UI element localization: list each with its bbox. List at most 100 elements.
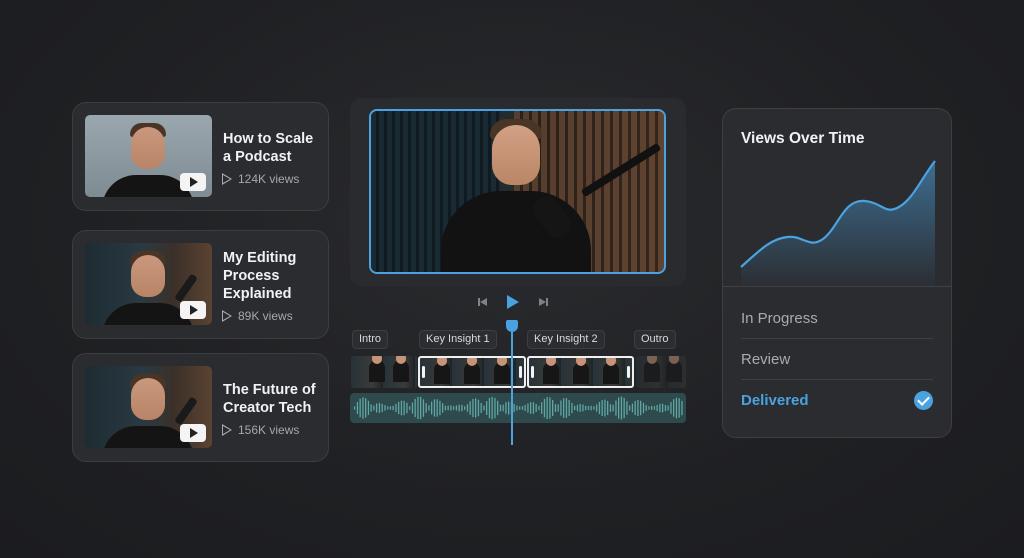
waveform-bar xyxy=(596,404,598,412)
next-icon[interactable] xyxy=(538,297,548,307)
playhead[interactable] xyxy=(511,328,513,445)
waveform-bar xyxy=(549,397,551,419)
timeline-clip-intro[interactable] xyxy=(351,356,417,388)
chapter-marker-key-insight-1[interactable]: Key Insight 1 xyxy=(419,330,497,349)
waveform-bar xyxy=(670,402,672,414)
waveform-bar xyxy=(554,404,557,412)
chapter-marker-intro[interactable]: Intro xyxy=(352,330,389,349)
waveform-bar xyxy=(609,404,612,412)
waveform-bar xyxy=(499,404,502,412)
waveform-bar xyxy=(557,404,559,412)
waveform-bar xyxy=(455,405,458,411)
video-card-2[interactable]: My Editing Process Explained 89K views xyxy=(72,230,329,339)
waveform-bar xyxy=(598,402,601,415)
video-card-3[interactable]: The Future of Creator Tech 156K views xyxy=(72,353,329,462)
waveform-bar xyxy=(392,405,394,411)
waveform-bar xyxy=(444,405,447,411)
waveform-bar xyxy=(502,404,504,412)
waveform-bar xyxy=(673,399,675,417)
waveform-bar xyxy=(403,400,405,416)
chapter-marker-key-insight-2[interactable]: Key Insight 2 xyxy=(527,330,605,349)
waveform-bar xyxy=(414,398,416,418)
waveform-bar xyxy=(587,406,590,410)
status-delivered[interactable]: Delivered xyxy=(741,380,933,421)
waveform-bar xyxy=(378,403,381,413)
waveform-bar xyxy=(656,404,658,412)
waveform-bar xyxy=(623,397,625,419)
timeline-clip-key-insight-1[interactable] xyxy=(418,356,526,388)
waveform-bar xyxy=(543,398,546,418)
waveform-bar xyxy=(664,405,667,412)
microphone-icon xyxy=(174,396,198,426)
timeline-clip-key-insight-2[interactable] xyxy=(527,356,634,388)
waveform-bar xyxy=(488,397,491,419)
waveform-bar xyxy=(601,400,603,416)
timeline-clip-outro[interactable] xyxy=(636,356,686,388)
waveform-bar xyxy=(422,399,425,417)
waveform-bar xyxy=(494,397,496,419)
status-review[interactable]: Review xyxy=(741,339,933,380)
video-thumbnail xyxy=(85,115,212,197)
waveform-bar xyxy=(530,402,532,414)
waveform-bar xyxy=(497,400,499,416)
playhead-handle[interactable] xyxy=(506,320,518,332)
waveform-bar xyxy=(521,406,524,410)
prev-icon[interactable] xyxy=(478,297,488,307)
waveform-bar xyxy=(373,405,375,411)
waveform-bar xyxy=(450,405,452,411)
waveform-bar xyxy=(582,404,584,412)
waveform-bar xyxy=(541,402,543,414)
waveform-bar xyxy=(662,403,664,413)
waveform-bar xyxy=(576,404,579,412)
waveform-bar xyxy=(469,401,471,415)
waveform-bar xyxy=(464,406,466,410)
waveform-bar xyxy=(505,402,507,414)
waveform-bar xyxy=(428,405,430,411)
play-badge-icon[interactable] xyxy=(180,301,206,319)
waveform-bar xyxy=(387,406,389,410)
play-outline-icon xyxy=(222,424,232,436)
waveform-bar xyxy=(516,405,518,411)
play-icon[interactable] xyxy=(507,295,519,309)
waveform-bar xyxy=(365,398,367,418)
waveform-bar xyxy=(442,403,444,413)
analytics-panel: Views Over Time In Progress Review Deliv… xyxy=(722,108,952,438)
waveform-bar xyxy=(574,405,576,410)
microphone-icon xyxy=(174,273,198,303)
waveform-bar xyxy=(593,406,595,410)
waveform-bar xyxy=(475,398,477,418)
video-card-1[interactable]: How to Scale a Podcast 124K views xyxy=(72,102,329,211)
waveform-bar xyxy=(604,399,606,417)
waveform-bar xyxy=(398,401,400,415)
waveform-bar xyxy=(389,406,392,410)
waveform-bar xyxy=(477,399,480,417)
check-icon xyxy=(914,391,933,410)
waveform-bar xyxy=(640,400,642,416)
video-preview[interactable] xyxy=(369,109,666,274)
waveform-bar xyxy=(653,406,656,410)
waveform-bar xyxy=(535,403,537,412)
waveform-bar xyxy=(675,397,678,419)
waveform-bar xyxy=(527,403,529,413)
waveform-bar xyxy=(659,403,661,413)
waveform-bar xyxy=(585,405,587,411)
waveform-bar xyxy=(447,405,449,411)
audio-waveform-track[interactable] xyxy=(350,393,686,423)
video-title: The Future of Creator Tech xyxy=(223,382,316,416)
waveform-bar xyxy=(618,397,620,419)
chapter-marker-outro[interactable]: Outro xyxy=(634,330,676,349)
waveform-bar xyxy=(384,405,386,411)
status-in-progress[interactable]: In Progress xyxy=(741,298,933,339)
waveform-bar xyxy=(439,400,441,416)
waveform-bar xyxy=(483,405,485,411)
waveform-bar xyxy=(420,396,422,420)
play-badge-icon[interactable] xyxy=(180,173,206,191)
waveform-bar xyxy=(395,403,397,412)
waveform-bar xyxy=(409,406,411,410)
waveform-bar xyxy=(546,397,548,419)
waveform-bar xyxy=(629,405,631,411)
views-area xyxy=(741,161,935,286)
waveform-bar xyxy=(466,404,469,412)
waveform-bar xyxy=(491,396,493,420)
play-badge-icon[interactable] xyxy=(180,424,206,442)
